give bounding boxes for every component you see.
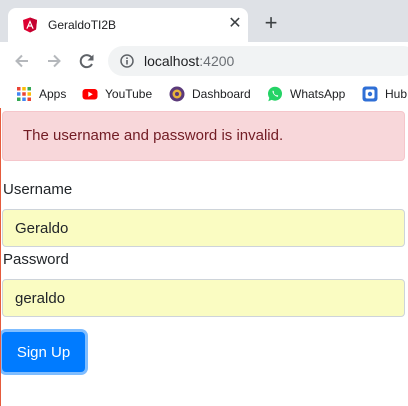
url-text: localhost:4200 [144,53,234,69]
angular-icon [23,17,37,33]
bookmark-label: YouTube [105,87,153,101]
bookmark-label: Apps [39,87,67,101]
password-label: Password [3,251,69,268]
page-viewport: The username and password is invalid. Us… [0,108,408,406]
password-input[interactable] [2,279,405,317]
bookmark-dashboard[interactable]: Dashboard [169,85,251,103]
tab-close-icon[interactable]: ✕ [226,15,244,33]
bookmark-label: Hub [385,87,408,101]
forward-arrow-icon[interactable] [44,51,64,71]
hub-icon [362,86,378,102]
browser-toolbar: localhost:4200 [0,42,408,80]
back-arrow-icon[interactable] [12,51,32,71]
bookmark-label: Dashboard [192,87,251,101]
youtube-icon [82,89,98,100]
browser-tab[interactable]: GeraldoTI2B ✕ [8,8,248,42]
dashboard-icon [169,86,185,102]
address-bar[interactable]: localhost:4200 [108,46,408,76]
apps-grid-icon [17,87,31,101]
bookmark-whatsapp[interactable]: WhatsApp [267,85,345,103]
whatsapp-icon [268,86,282,102]
url-host: localhost [144,53,200,69]
bookmark-apps[interactable]: Apps [16,85,66,103]
new-tab-icon[interactable]: + [260,12,282,35]
reload-icon[interactable] [77,51,97,71]
sign-up-button[interactable]: Sign Up [2,332,85,372]
bookmark-label: WhatsApp [290,87,346,101]
bookmark-hub[interactable]: Hub [362,85,407,103]
bookmark-youtube[interactable]: YouTube [82,85,152,103]
browser-tabstrip: GeraldoTI2B ✕ + [0,0,408,42]
url-port: :4200 [199,53,235,69]
username-label: Username [3,181,73,198]
bookmarks-bar: Apps YouTube Dashboard WhatsApp Hub [0,80,408,108]
username-input[interactable] [2,209,405,247]
error-alert: The username and password is invalid. [2,111,405,161]
info-icon[interactable] [120,54,134,68]
tab-title: GeraldoTI2B [48,18,117,32]
